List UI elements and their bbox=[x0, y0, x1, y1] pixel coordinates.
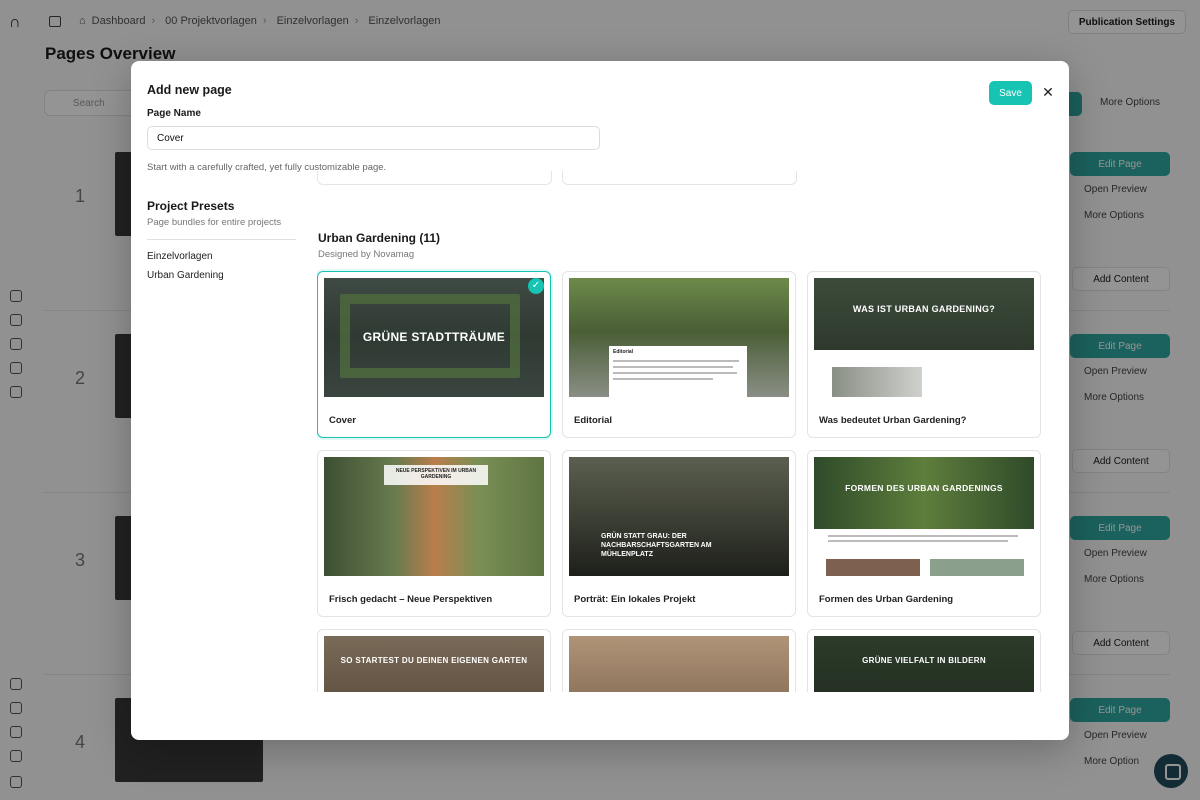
template-thumbnail: So startest du deinen eigenen Garten bbox=[324, 636, 544, 692]
thumbnail-headline: Grüne Stadtträume bbox=[362, 330, 506, 344]
template-thumbnail: Grüne Stadtträume bbox=[324, 278, 544, 397]
thumbnail-line bbox=[613, 360, 739, 362]
thumbnail-line bbox=[828, 535, 1018, 537]
dialog-title: Add new page bbox=[147, 83, 232, 97]
template-label: Was bedeutet Urban Gardening? bbox=[819, 415, 967, 426]
thumbnail-image bbox=[814, 278, 1034, 350]
page-name-input[interactable] bbox=[147, 126, 600, 150]
presets-divider bbox=[147, 239, 296, 240]
template-thumbnail: Editorial bbox=[569, 278, 789, 397]
template-card-portraet[interactable]: Grün statt Grau: Der Nachbarschaftsgarte… bbox=[562, 450, 796, 617]
template-label: Editorial bbox=[574, 415, 613, 426]
save-button[interactable]: Save bbox=[989, 81, 1032, 105]
template-thumbnail: Was ist Urban Gardening? bbox=[814, 278, 1034, 397]
add-page-dialog: Add new page Save ✕ Page Name Start with… bbox=[131, 61, 1069, 740]
template-card[interactable] bbox=[562, 171, 797, 185]
template-card-cover[interactable]: Grüne Stadtträume ✓ Cover bbox=[317, 271, 551, 438]
thumbnail-photo bbox=[832, 367, 922, 397]
template-card[interactable] bbox=[317, 171, 552, 185]
section-subtitle: Designed by Novamag bbox=[318, 249, 415, 260]
template-thumbnail: Grüne Vielfalt in Bildern bbox=[814, 636, 1034, 692]
thumbnail-photo bbox=[930, 559, 1024, 576]
template-card-frisch-gedacht[interactable]: Neue Perspektiven im Urban Gardening Fri… bbox=[317, 450, 551, 617]
template-label: Frisch gedacht – Neue Perspektiven bbox=[329, 594, 493, 605]
preset-urban-gardening[interactable]: Urban Gardening bbox=[147, 270, 224, 281]
thumbnail-headline: Editorial bbox=[613, 349, 634, 355]
thumbnail-photo bbox=[826, 559, 920, 576]
template-thumbnail: Neue Perspektiven im Urban Gardening bbox=[324, 457, 544, 576]
thumbnail-line bbox=[613, 366, 733, 368]
presets-subheading: Page bundles for entire projects bbox=[147, 217, 282, 228]
template-gallery[interactable]: Urban Gardening (11) Designed by Novamag… bbox=[317, 171, 1057, 692]
template-card-so-startest[interactable]: So startest du deinen eigenen Garten bbox=[317, 629, 551, 692]
template-label: Porträt: Ein lokales Projekt bbox=[574, 594, 696, 605]
close-icon[interactable]: ✕ bbox=[1041, 85, 1055, 99]
template-card-editorial[interactable]: Editorial Editorial bbox=[562, 271, 796, 438]
template-thumbnail: Formen des Urban Gardenings bbox=[814, 457, 1034, 576]
template-label: Cover bbox=[329, 415, 356, 426]
preset-einzelvorlagen[interactable]: Einzelvorlagen bbox=[147, 251, 213, 262]
thumbnail-headline: Grüne Vielfalt in Bildern bbox=[862, 656, 986, 665]
template-label: Formen des Urban Gardening bbox=[819, 594, 954, 605]
thumbnail-headline: Neue Perspektiven im Urban Gardening bbox=[395, 468, 477, 480]
thumbnail-headline: So startest du deinen eigenen Garten bbox=[340, 656, 528, 665]
check-icon: ✓ bbox=[528, 278, 544, 294]
presets-heading: Project Presets bbox=[147, 199, 235, 213]
template-card-gruene-vielfalt[interactable]: Grüne Vielfalt in Bildern bbox=[807, 629, 1041, 692]
thumbnail-line bbox=[613, 378, 713, 380]
template-card-was-bedeutet[interactable]: Was ist Urban Gardening? Was bedeutet Ur… bbox=[807, 271, 1041, 438]
thumbnail-line bbox=[613, 372, 737, 374]
template-card-formen[interactable]: Formen des Urban Gardenings Formen des U… bbox=[807, 450, 1041, 617]
thumbnail-headline: Grün statt Grau: Der Nachbarschaftsgarte… bbox=[601, 533, 712, 558]
thumbnail-headline: Was ist Urban Gardening? bbox=[852, 304, 996, 314]
template-thumbnail bbox=[569, 636, 789, 692]
page-name-label: Page Name bbox=[147, 108, 201, 119]
section-title: Urban Gardening (11) bbox=[318, 231, 441, 245]
thumbnail-image bbox=[814, 457, 1034, 529]
thumbnail-banner: Neue Perspektiven im Urban Gardening bbox=[384, 465, 488, 485]
thumbnail-headline: Formen des Urban Gardenings bbox=[845, 483, 1003, 493]
thumbnail-textbox: Editorial bbox=[609, 346, 747, 397]
template-card-soil[interactable] bbox=[562, 629, 796, 692]
template-thumbnail: Grün statt Grau: Der Nachbarschaftsgarte… bbox=[569, 457, 789, 576]
thumbnail-line bbox=[828, 540, 1008, 542]
